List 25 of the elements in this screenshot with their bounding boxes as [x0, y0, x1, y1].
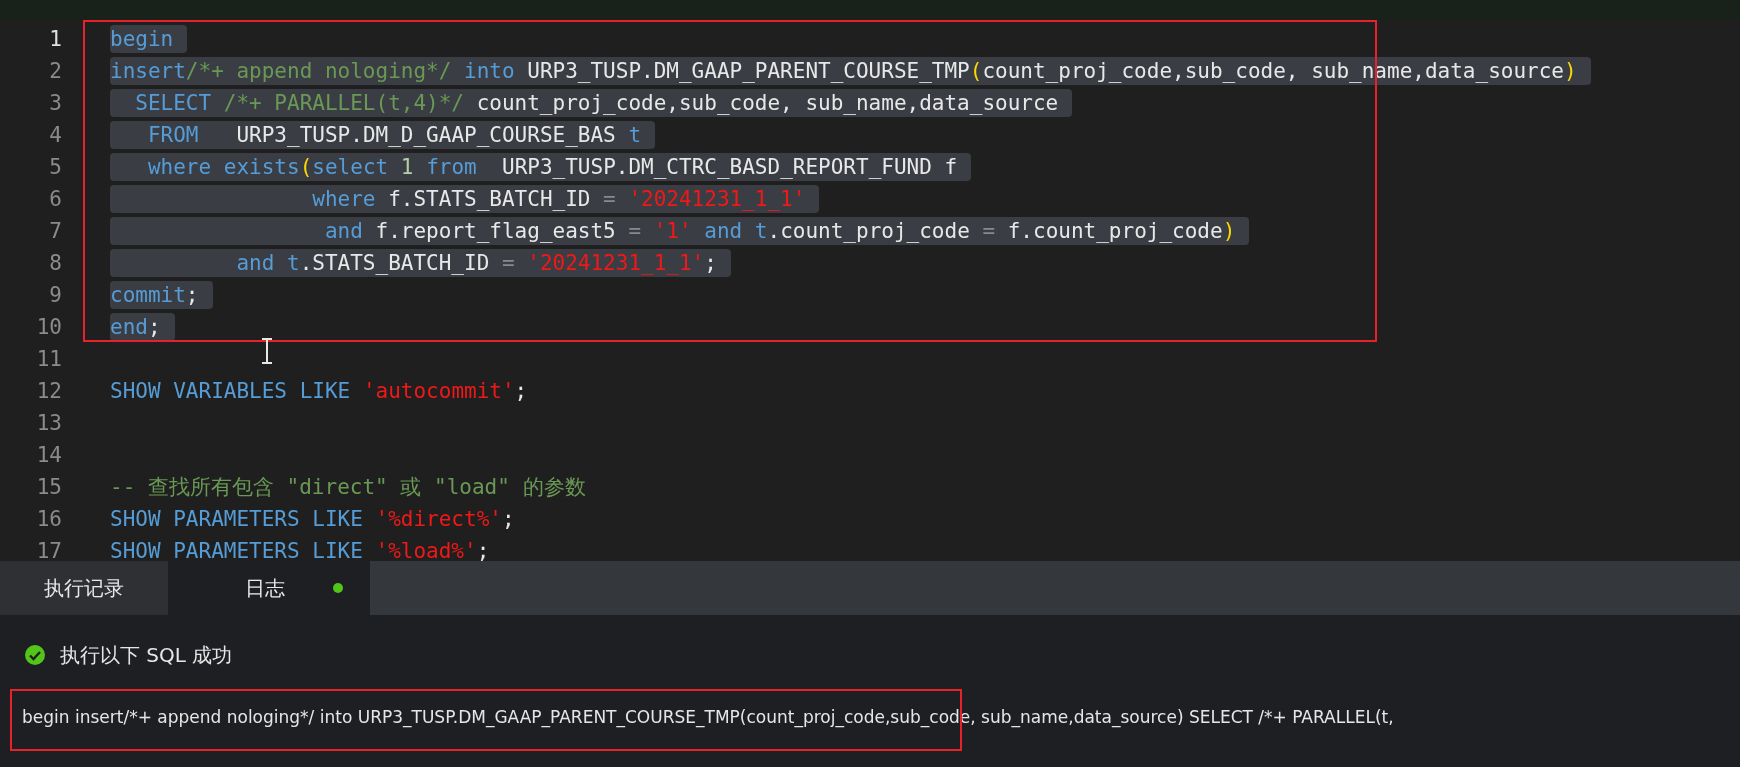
- line-number: 11: [35, 347, 62, 371]
- line-number: 9: [48, 283, 62, 307]
- panel-tab[interactable]: 执行记录: [0, 561, 171, 615]
- line-number: 10: [35, 315, 62, 339]
- line-number: 17: [35, 539, 62, 561]
- line-number: 4: [48, 123, 62, 147]
- line-number: 12: [35, 379, 62, 403]
- code-line: SHOW VARIABLES LIKE 'autocommit';: [110, 378, 529, 405]
- line-number: 2: [48, 59, 62, 83]
- line-number: 15: [35, 475, 62, 499]
- line-number: 6: [48, 187, 62, 211]
- text-cursor-icon: [260, 338, 274, 364]
- line-number: 3: [48, 91, 62, 115]
- code-line: -- 查找所有包含 "direct" 或 "load" 的参数: [110, 474, 587, 501]
- line-number: 13: [35, 411, 62, 435]
- line-number: 5: [48, 155, 62, 179]
- line-number: 1: [48, 27, 62, 51]
- code-line: SHOW PARAMETERS LIKE '%load%';: [110, 538, 491, 561]
- panel-tab[interactable]: 日志: [171, 561, 370, 615]
- line-number: 8: [48, 251, 62, 275]
- code-line: SHOW PARAMETERS LIKE '%direct%';: [110, 506, 516, 533]
- line-number: 16: [35, 507, 62, 531]
- line-number: 7: [48, 219, 62, 243]
- status-message: 执行以下 SQL 成功: [60, 641, 233, 669]
- line-number: 14: [35, 443, 62, 467]
